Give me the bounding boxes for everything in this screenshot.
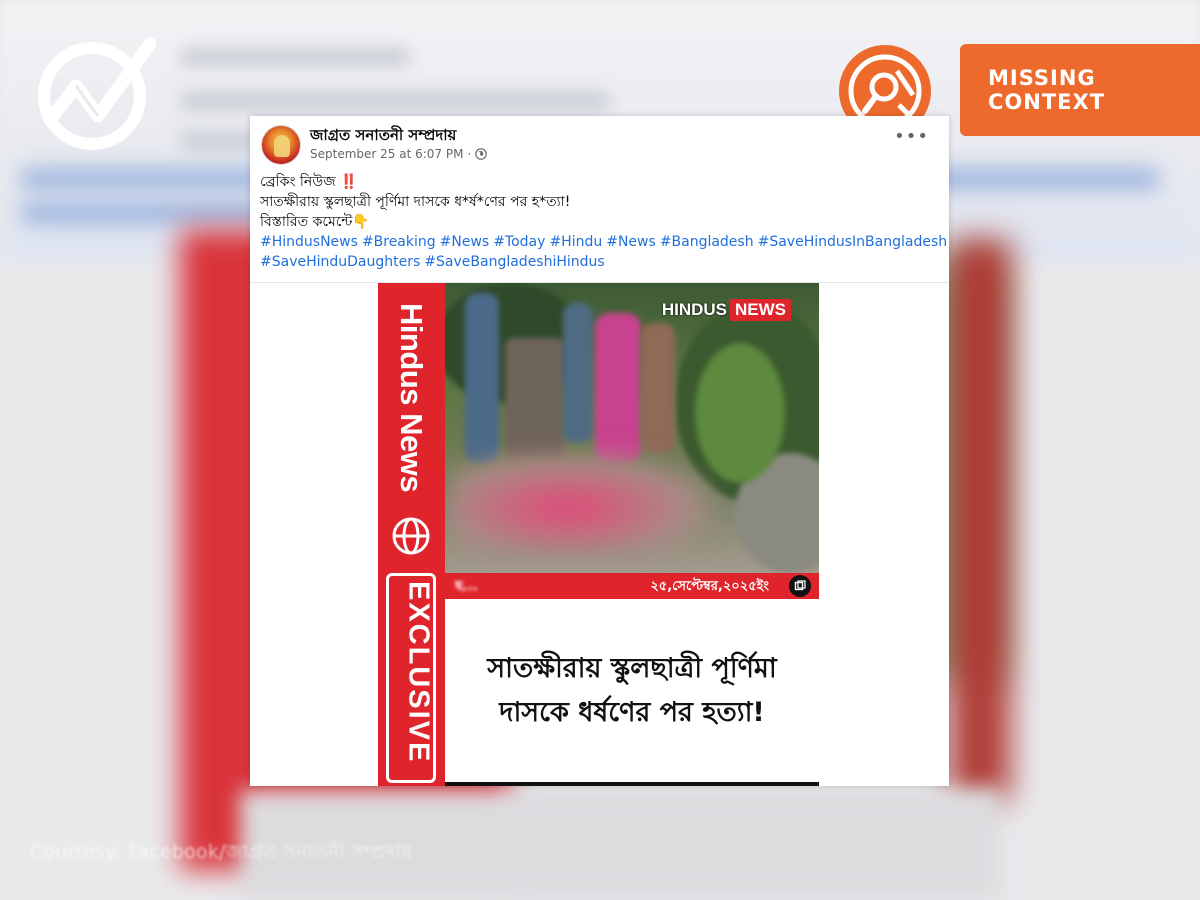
post-meta: September 25 at 6:07 PM ·: [310, 147, 488, 161]
page-name-link[interactable]: জাগ্রত সনাতনী সম্প্রদায়: [310, 124, 456, 149]
hashtag-link[interactable]: #HindusNews: [260, 234, 358, 250]
globe-icon: [475, 148, 488, 160]
post-image[interactable]: Hindus News EXCLUSIVE HINDUS NEWS ছ... ২…: [378, 283, 819, 786]
hashtag-link[interactable]: #News: [440, 234, 490, 250]
hashtag-link[interactable]: #SaveHinduDaughters: [260, 254, 420, 270]
brand-sidebar: Hindus News EXCLUSIVE: [378, 283, 445, 786]
missing-context-badge: MISSING CONTEXT: [960, 44, 1200, 136]
post-text: ব্রেকিং নিউজ ‼️ সাতক্ষীরায় স্কুলছাত্রী …: [260, 172, 947, 272]
hashtag-link[interactable]: #Bangladesh: [660, 234, 754, 250]
hashtag-link[interactable]: #SaveHindusInBangladesh: [758, 234, 948, 250]
page-avatar[interactable]: [261, 125, 301, 165]
hashtag-row-2: #SaveHinduDaughters #SaveBangladeshiHindu…: [260, 252, 940, 272]
post-text-line-1: ব্রেকিং নিউজ: [260, 174, 336, 190]
gallery-icon: [789, 575, 811, 597]
more-options-button[interactable]: •••: [894, 128, 929, 146]
side-brand-text: Hindus News: [394, 303, 429, 493]
meta-separator: ·: [467, 147, 472, 161]
caption-date: ২৫,সেপ্টেম্বর,২০২৫ইং: [650, 579, 769, 594]
blurred-region: [450, 453, 710, 553]
image-headline: সাতক্ষীরায় স্কুলছাত্রী পূর্ণিমা দাসকে ধ…: [445, 599, 819, 783]
news-photo: HINDUS NEWS: [445, 283, 819, 573]
image-bottom-bar: [445, 782, 819, 786]
double-exclamation-icon: ‼️: [340, 174, 358, 190]
hashtag-link[interactable]: #Breaking: [362, 234, 436, 250]
caption-source: ছ...: [455, 579, 478, 594]
hashtag-link[interactable]: #Hindu: [549, 234, 602, 250]
hashtag-link[interactable]: #News: [606, 234, 656, 250]
globe-icon: [392, 517, 430, 555]
exclusive-label: EXCLUSIVE: [402, 581, 435, 764]
post-timestamp[interactable]: September 25 at 6:07 PM: [310, 147, 463, 161]
hashtag-link[interactable]: #SaveBangladeshiHindus: [424, 254, 604, 270]
post-text-line-3: বিস্তারিত কমেন্টে👇: [260, 214, 370, 230]
check-chart-logo: [38, 37, 157, 150]
hashtag-row-1: #HindusNews #Breaking #News #Today #Hindu #Ne…: [260, 232, 947, 252]
hindus-news-tag: HINDUS NEWS: [662, 299, 791, 321]
post-text-line-2: সাতক্ষীরায় স্কুলছাত্রী পূর্ণিমা দাসকে ধ…: [260, 194, 571, 210]
facebook-post: জাগ্রত সনাতনী সম্প্রদায় September 25 at…: [250, 116, 949, 786]
hashtag-link[interactable]: #Today: [493, 234, 545, 250]
caption-strip: ছ... ২৫,সেপ্টেম্বর,২০২৫ইং: [445, 573, 819, 599]
courtesy-caption: Courtesy: Facebook/জাগ্রত সনাতনী সম্প্রদ…: [30, 841, 413, 863]
